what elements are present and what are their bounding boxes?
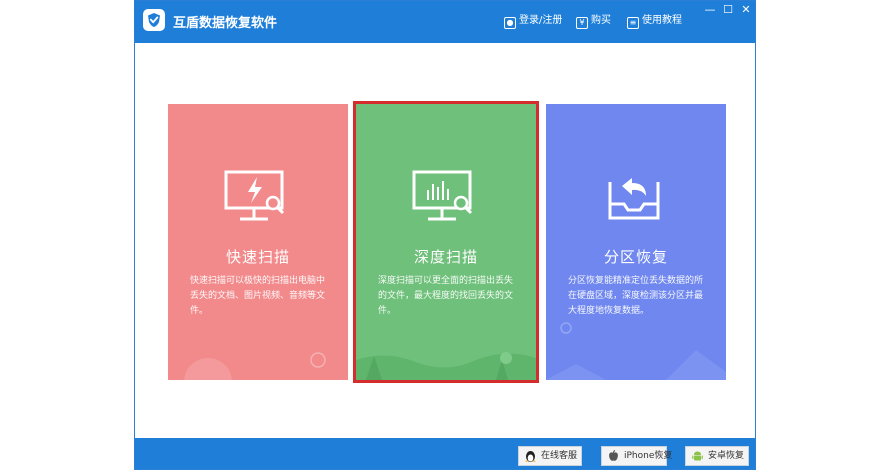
partition-recovery-description: 分区恢复能精准定位丢失数据的所在硬盘区域，深度检测该分区并最大程度地恢复数据。 [568, 276, 704, 316]
buy-link[interactable]: ¥ 购买 [576, 13, 611, 29]
yen-icon: ¥ [576, 17, 588, 29]
deep-scan-description: 深度扫描可以更全面的扫描出丢失的文件，最大程度的找回丢失的文件。 [378, 276, 514, 316]
shield-logo-icon [143, 9, 165, 31]
android-recovery-button[interactable]: 安卓恢复 [685, 446, 749, 466]
android-icon [692, 451, 703, 461]
iphone-recovery-button[interactable]: iPhone恢复 [601, 446, 672, 466]
android-recovery-label: 安卓恢复 [708, 451, 745, 461]
quick-scan-description: 快速扫描可以极快的扫描出电脑中丢失的文档、图片视频、音频等文件。 [190, 276, 326, 316]
bottom-bar: 在线客服 iPhone恢复 安卓恢复 [135, 438, 755, 469]
online-service-label: 在线客服 [541, 451, 578, 461]
tutorial-label: 使用教程 [642, 15, 682, 26]
app-title: 互盾数据恢复软件 [173, 16, 278, 31]
tray-restore-icon [608, 178, 660, 220]
buy-label: 购买 [591, 15, 611, 26]
deep-scan-card[interactable]: 深度扫描 深度扫描可以更全面的扫描出丢失的文件，最大程度的找回丢失的文件。 [356, 104, 536, 380]
iphone-recovery-label: iPhone恢复 [624, 451, 673, 461]
login-register-link[interactable]: ● 登录/注册 [504, 13, 562, 29]
planet-decoration [184, 352, 326, 380]
document-icon: ≡ [627, 17, 639, 29]
maximize-button[interactable]: ☐ [721, 3, 735, 17]
mountain-decoration [546, 322, 726, 380]
online-service-button[interactable]: 在线客服 [518, 446, 582, 466]
tutorial-link[interactable]: ≡ 使用教程 [627, 13, 682, 29]
monitor-lightning-icon [224, 170, 285, 221]
minimize-button[interactable]: — [703, 3, 717, 17]
penguin-icon [525, 451, 536, 462]
partition-recovery-card[interactable]: 分区恢复 分区恢复能精准定位丢失数据的所在硬盘区域，深度检测该分区并最大程度地恢… [546, 104, 726, 380]
user-icon: ● [504, 17, 516, 29]
deep-scan-title: 深度扫描 [413, 248, 478, 266]
landscape-decoration [356, 352, 536, 380]
app-window: 互盾数据恢复软件 ● 登录/注册 ¥ 购买 ≡ 使用教程 — ☐ ✕ 快速扫描 快速扫… [134, 0, 756, 470]
login-register-label: 登录/注册 [519, 15, 563, 26]
quick-scan-title: 快速扫描 [225, 248, 290, 266]
apple-icon [609, 450, 618, 461]
quick-scan-card[interactable]: 快速扫描 快速扫描可以极快的扫描出电脑中丢失的文档、图片视频、音频等文件。 [168, 104, 348, 380]
close-button[interactable]: ✕ [739, 3, 753, 17]
title-bar: 互盾数据恢复软件 ● 登录/注册 ¥ 购买 ≡ 使用教程 — ☐ ✕ [135, 1, 755, 43]
partition-recovery-title: 分区恢复 [603, 248, 668, 266]
monitor-chart-icon [412, 170, 473, 221]
